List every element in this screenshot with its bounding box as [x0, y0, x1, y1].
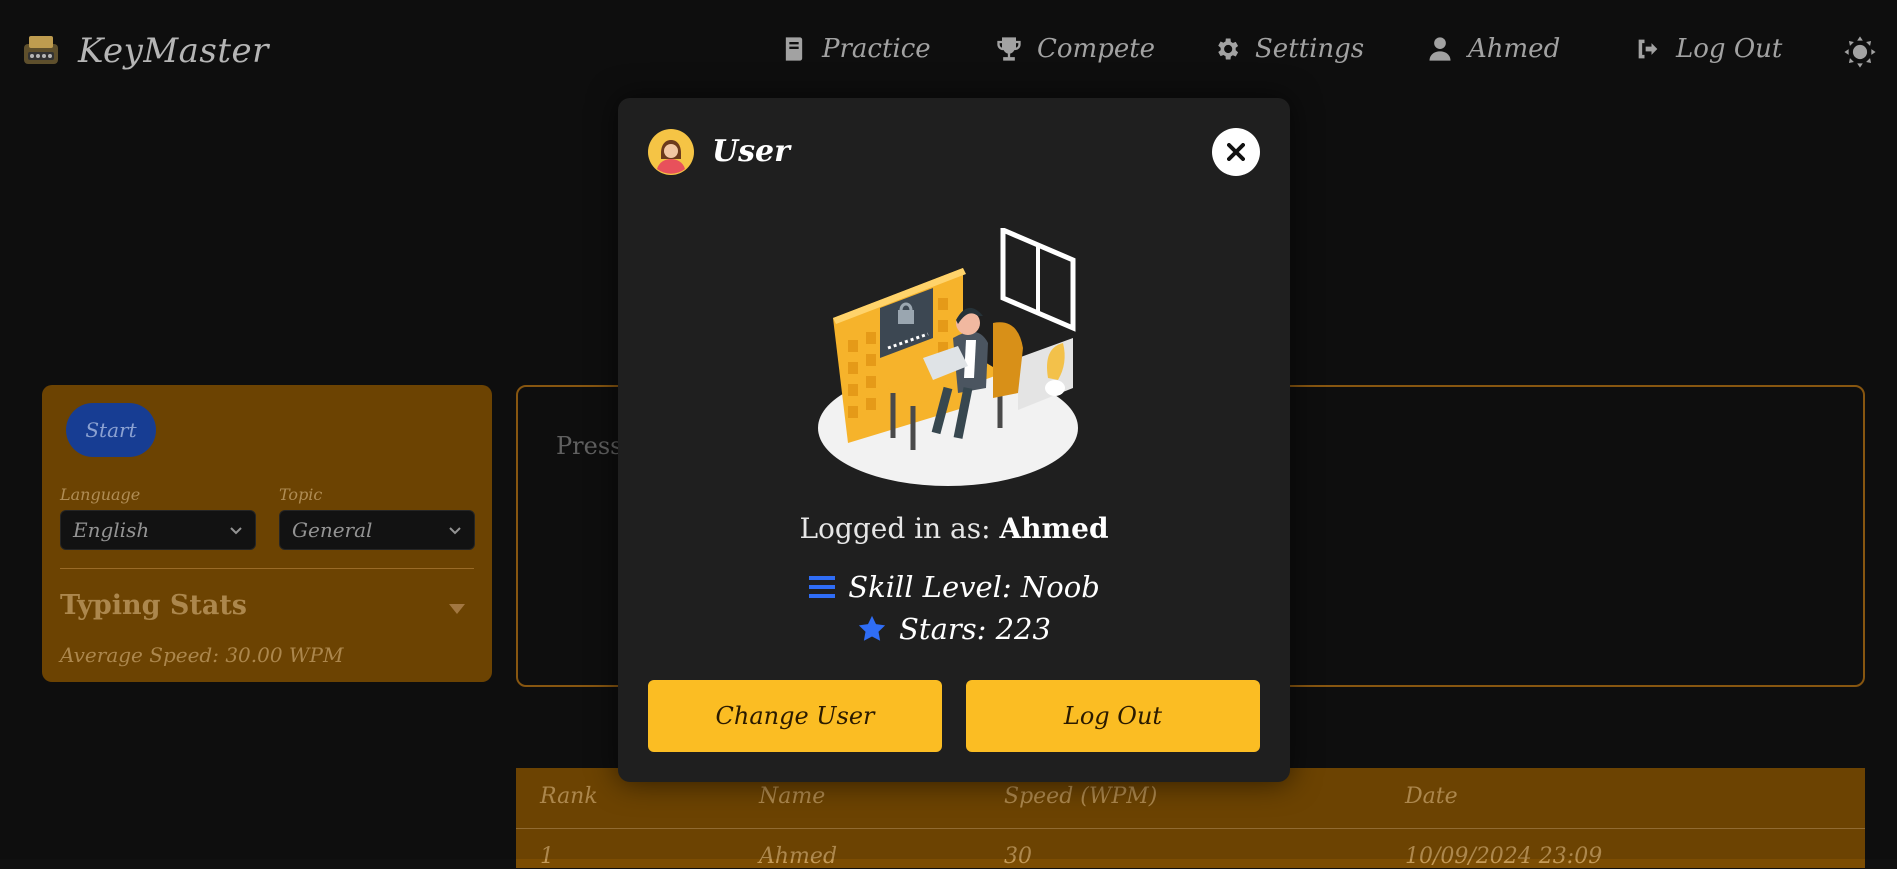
bars-icon: [809, 576, 836, 598]
skill-level: Skill Level: Noob: [618, 570, 1290, 604]
avatar-icon: [648, 129, 694, 175]
logged-in-username: Ahmed: [999, 512, 1109, 545]
stars-text: Stars: 223: [899, 612, 1051, 646]
user-modal: User Logged in as: Ahmed Skill Level: No…: [618, 98, 1290, 782]
star-icon: [858, 615, 886, 641]
stars-count: Stars: 223: [618, 612, 1290, 646]
close-button[interactable]: [1212, 128, 1260, 176]
logged-in-text: Logged in as: Ahmed: [618, 512, 1290, 545]
change-user-button[interactable]: Change User: [648, 680, 942, 752]
close-icon: [1227, 143, 1245, 161]
modal-title: User: [712, 134, 790, 169]
logged-in-prefix: Logged in as:: [799, 512, 991, 545]
skill-level-text: Skill Level: Noob: [848, 570, 1100, 604]
modal-logout-button[interactable]: Log Out: [966, 680, 1260, 752]
security-illustration: [818, 228, 1078, 486]
